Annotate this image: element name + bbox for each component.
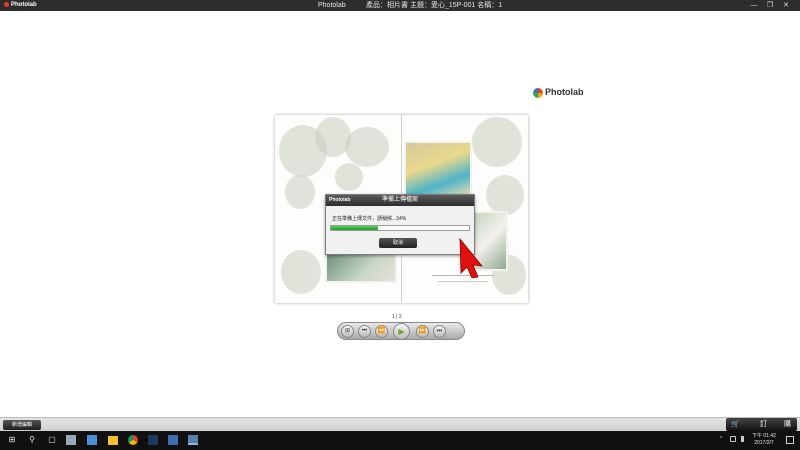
close-button[interactable]: ✕ <box>780 0 792 11</box>
last-page-button[interactable]: ⏭ <box>433 325 446 338</box>
first-page-button[interactable]: ⏮ <box>358 325 371 338</box>
floral-decoration <box>486 175 524 215</box>
previous-page-button[interactable]: ⏪ <box>375 325 388 338</box>
task-view-icon[interactable]: ▢ <box>46 434 58 446</box>
caption-line <box>438 281 488 282</box>
order-label-1: 訂 <box>760 421 767 428</box>
upload-status-message: 正在準備上傳文件，請稍候...34% <box>332 216 407 222</box>
brand-logo: Photolab <box>533 87 584 98</box>
network-icon[interactable] <box>730 436 736 442</box>
tray-overflow-icon[interactable]: ^ <box>720 436 722 442</box>
minimize-button[interactable]: — <box>748 0 760 11</box>
windows-taskbar: ⊞ ⚲ ▢ ^ 下午 01:42 2017/2/7 <box>0 431 800 450</box>
progress-fill <box>331 226 378 230</box>
system-clock[interactable]: 下午 01:42 2017/2/7 <box>752 433 776 447</box>
bottom-toolbar: 新增編輯 🛒 訂 購 <box>0 417 800 431</box>
cart-icon: 🛒 <box>731 421 740 428</box>
cancel-button[interactable]: 取消 <box>379 238 417 248</box>
volume-icon[interactable] <box>741 436 747 442</box>
floral-decoration <box>335 163 363 191</box>
clock-time: 下午 01:42 <box>752 433 776 439</box>
floral-decoration <box>345 127 389 167</box>
photoshop-icon[interactable] <box>148 435 158 445</box>
app-name: Photolab <box>318 2 346 9</box>
photolab-taskbar-icon[interactable] <box>188 435 198 445</box>
floral-decoration <box>281 250 321 294</box>
upload-progress-dialog: Photolab 準備上傳檔案 正在準備上傳文件，請稍候...34% 取消 <box>325 194 475 255</box>
file-explorer-icon[interactable] <box>66 435 76 445</box>
windows-start-icon[interactable]: ⊞ <box>6 434 18 446</box>
search-icon[interactable]: ⚲ <box>26 434 38 446</box>
photo-girl-sitting <box>325 251 397 283</box>
title-bar: Photolab Photolab 產品：相片書 主題：愛心_15P-001 名… <box>0 0 800 11</box>
app-logo: Photolab <box>4 0 37 11</box>
grid-view-button[interactable]: ⊞ <box>341 325 354 338</box>
new-edit-button[interactable]: 新增編輯 <box>3 420 41 430</box>
floral-decoration <box>472 117 522 167</box>
folder-icon[interactable] <box>108 436 118 445</box>
chrome-icon[interactable] <box>128 435 138 445</box>
next-page-button[interactable]: ⏩ <box>416 325 429 338</box>
dialog-header: Photolab 準備上傳檔案 <box>326 195 474 206</box>
clock-date: 2017/2/7 <box>754 440 774 446</box>
restore-button[interactable]: ❐ <box>764 0 776 11</box>
red-arrow-cursor-icon <box>459 238 483 278</box>
photo-girl-standing <box>404 141 472 199</box>
page-indicator: 1 | 2 <box>392 314 402 320</box>
product-info: 產品：相片書 主題：愛心_15P-001 名稱：1 <box>366 2 503 9</box>
playback-controls: ⊞ ⏮ ⏪ ▶ ⏩ ⏭ <box>337 322 465 340</box>
dialog-logo: Photolab <box>329 197 351 203</box>
floral-decoration <box>285 175 315 209</box>
dialog-title: 準備上傳檔案 <box>381 197 418 203</box>
upload-progress-bar <box>330 225 470 231</box>
notification-icon[interactable] <box>786 436 794 444</box>
order-label-2: 購 <box>784 421 791 428</box>
play-button[interactable]: ▶ <box>393 323 410 340</box>
app-icon[interactable] <box>87 435 97 445</box>
sun-logo-icon <box>533 87 543 98</box>
app-icon[interactable] <box>168 435 178 445</box>
order-button[interactable]: 🛒 訂 購 <box>726 418 797 431</box>
